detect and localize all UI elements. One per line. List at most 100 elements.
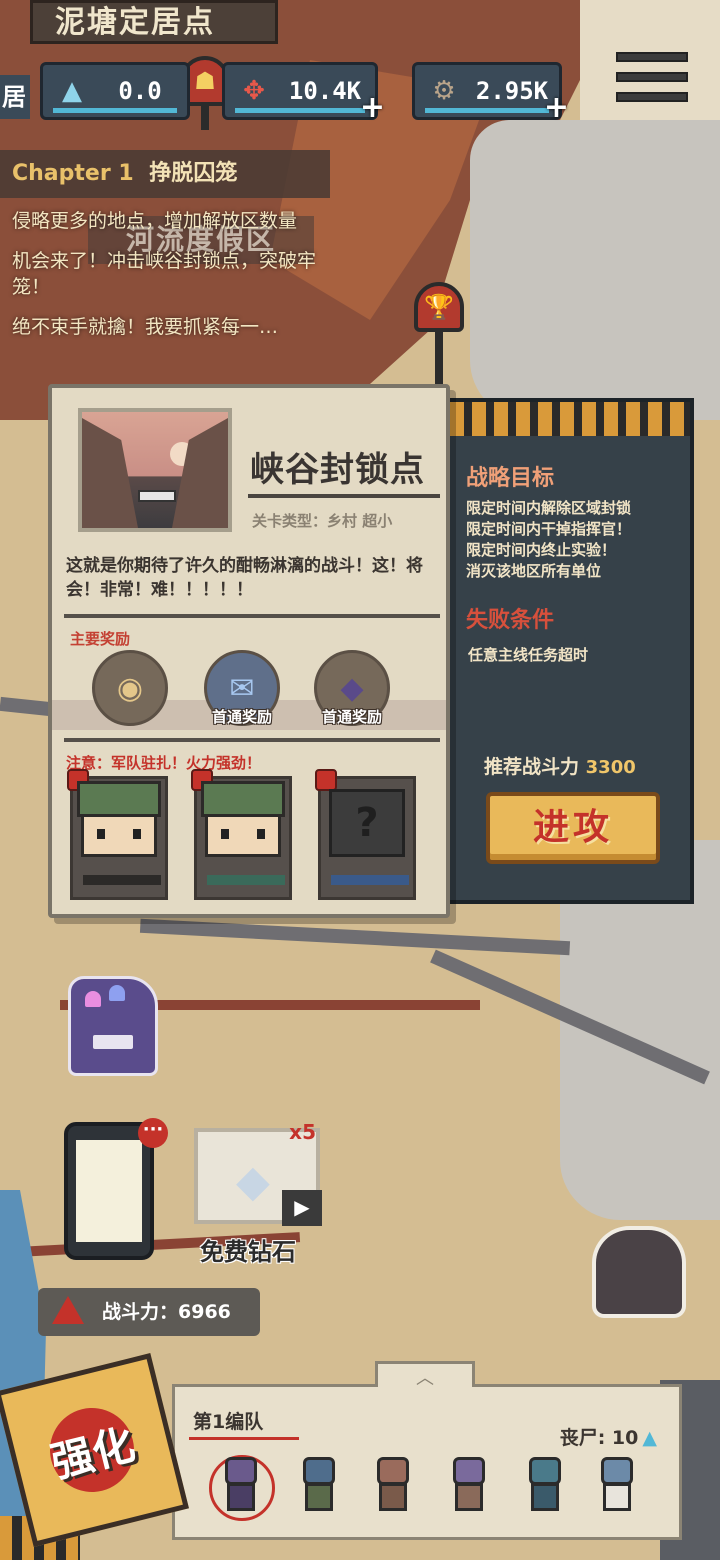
helmet-icon <box>201 781 285 817</box>
ghost-icon <box>85 991 101 1007</box>
menu-button[interactable] <box>616 52 688 102</box>
squad-unit-cat-zombie[interactable] <box>367 1457 419 1521</box>
map-pin-trophy[interactable]: 🏆 <box>414 282 464 332</box>
gatling-gun-icon <box>331 875 409 885</box>
unknown-enemy-icon: ? <box>329 789 405 857</box>
zombie-count: 丧尸: 10 ▲ <box>560 1423 657 1450</box>
objective-item: 消灭该地区所有单位 <box>466 562 602 580</box>
warning-triangle-icon <box>52 1296 84 1324</box>
free-gem-button[interactable]: ◆ x5 ▶ <box>194 1120 322 1226</box>
enemy-card-unknown[interactable]: ? <box>315 769 416 900</box>
enemy-card-gatling[interactable] <box>191 769 292 900</box>
quest-entry[interactable]: 机会来了！冲击峡谷封锁点，突破牢笼！ <box>0 234 330 300</box>
recommended-power-label: 推荐战斗力 <box>484 756 580 778</box>
stage-thumbnail <box>78 408 232 532</box>
upgrade-label: 强化 <box>46 1418 140 1487</box>
squad-unit-purple-zombie[interactable] <box>209 1455 275 1521</box>
cliff-shape <box>172 418 228 528</box>
recommended-power-value: 3300 <box>585 757 636 778</box>
objective-item: 限定时间内干掉指挥官！ <box>466 520 632 538</box>
menu-line-icon <box>616 72 688 82</box>
triangle-crystal-icon: ▲ <box>642 1427 657 1449</box>
divider <box>64 738 440 742</box>
combat-power-text: 战斗力：6966 <box>102 1301 231 1323</box>
resource-gear[interactable]: ⚙ 2.95K + <box>412 62 569 125</box>
helmet-icon <box>77 781 161 817</box>
objectives-panel: 战略目标 限定时间内解除区域封锁 限定时间内干掉指挥官！ 限定时间内终止实验！ … <box>446 398 694 904</box>
pin-stem <box>435 328 443 392</box>
divider <box>248 494 440 498</box>
add-parts-icon[interactable]: + <box>360 90 385 125</box>
notification-badge: ··· <box>138 1118 168 1148</box>
zombie-body-icon <box>305 1483 333 1511</box>
eyes <box>221 829 265 839</box>
squad-unit-hat-zombie[interactable] <box>443 1457 495 1521</box>
eyes <box>97 829 141 839</box>
fail-condition-title: 失败条件 <box>466 608 555 633</box>
hazard-stripe <box>450 402 690 436</box>
first-clear-tag: 首通奖励 <box>211 708 272 726</box>
chapter-bar[interactable]: Chapter 1 挣脱囚笼 <box>0 150 330 198</box>
gear-icon: ⚙ <box>432 76 456 106</box>
stage-type: 关卡类型：乡村 超小 <box>252 512 393 530</box>
enemy-card-rifle[interactable] <box>67 769 168 900</box>
objectives-list: 限定时间内解除区域封锁 限定时间内干掉指挥官！ 限定时间内终止实验！ 消灭该地区… <box>466 498 692 582</box>
squad-title: 第1编队 <box>193 1411 264 1433</box>
zombie-count-text: 丧尸: 10 <box>559 1427 639 1449</box>
resource-bar <box>235 108 365 113</box>
triangle-crystal-icon: ▲ <box>62 76 82 106</box>
ghost-icon <box>109 985 125 1001</box>
recommended-power: 推荐战斗力 3300 <box>484 752 636 779</box>
menu-line-icon <box>616 52 688 62</box>
zombie-head-icon <box>601 1457 633 1485</box>
squad-unit-big-zombie[interactable] <box>591 1457 643 1521</box>
squad-unit-blue-zombie[interactable] <box>293 1457 345 1521</box>
stage-name: 峡谷封锁点 <box>250 450 425 490</box>
quest-log[interactable]: Chapter 1 挣脱囚笼 侵略更多的地点，增加解放区数量 机会来了！冲击峡谷… <box>0 150 330 340</box>
stage-description: 这就是你期待了许久的酣畅淋漓的战斗！这！将会！非常！难！！！！！ <box>66 556 423 600</box>
squad-panel[interactable]: ︿ 第1编队 丧尸: 10 ▲ <box>172 1361 682 1540</box>
objective-item: 限定时间内终止实验！ <box>466 541 617 559</box>
checkpoint-gate-icon <box>138 490 176 502</box>
mouth-icon <box>93 1035 133 1049</box>
side-label: 居 <box>0 75 30 119</box>
quest-entry[interactable]: 绝不束手就擒！我要抓紧每一… <box>0 300 330 340</box>
resource-energy[interactable]: ▲ 0.0 <box>40 62 190 120</box>
free-gem-label[interactable]: 免费钻石 <box>200 1232 296 1267</box>
zombie-head-icon <box>529 1457 561 1485</box>
resource-parts[interactable]: ✥ 10.4K + <box>222 62 385 125</box>
gatling-gun-icon <box>207 875 285 885</box>
divider <box>64 614 440 618</box>
quest-entry[interactable]: 侵略更多的地点，增加解放区数量 <box>0 198 330 234</box>
zombie-body-icon <box>455 1483 483 1511</box>
zombie-head-icon <box>225 1457 257 1485</box>
resource-bar <box>53 108 177 113</box>
objectives-title: 战略目标 <box>466 466 555 491</box>
fog-of-war <box>470 120 720 420</box>
zombie-body-icon <box>227 1483 255 1511</box>
first-clear-tag: 首通奖励 <box>321 708 382 726</box>
rocket-base-button[interactable] <box>592 1226 686 1318</box>
rifle-icon <box>83 875 161 885</box>
danger-badge-icon <box>315 769 337 791</box>
attack-button[interactable]: 进攻 <box>486 792 660 864</box>
settlement-icon: ☗ <box>194 67 216 95</box>
resource-bar <box>425 108 549 113</box>
squad-unit-spiky-zombie[interactable] <box>519 1457 571 1521</box>
zombie-head-icon <box>453 1457 485 1485</box>
chapter-prefix: Chapter 1 <box>12 161 134 186</box>
zombie-body-icon <box>379 1483 407 1511</box>
phone-button[interactable]: ··· <box>64 1118 168 1260</box>
parts-icon: ✥ <box>243 76 265 106</box>
phone-screen <box>76 1140 142 1242</box>
expand-chevron-icon[interactable]: ︿ <box>375 1361 475 1389</box>
ghost-mascot-button[interactable] <box>68 976 158 1076</box>
chapter-title: 挣脱囚笼 <box>149 161 238 186</box>
add-gear-icon[interactable]: + <box>544 90 569 125</box>
cliff-shape <box>82 418 138 528</box>
objective-item: 限定时间内解除区域封锁 <box>466 499 632 517</box>
stage-card: 峡谷封锁点 关卡类型：乡村 超小 这就是你期待了许久的酣畅淋漓的战斗！这！将会！… <box>48 384 450 918</box>
combat-power-badge: 战斗力：6966 <box>38 1288 260 1336</box>
squad-underline <box>189 1437 299 1440</box>
coin-reward-icon[interactable]: ◉ <box>92 650 168 726</box>
